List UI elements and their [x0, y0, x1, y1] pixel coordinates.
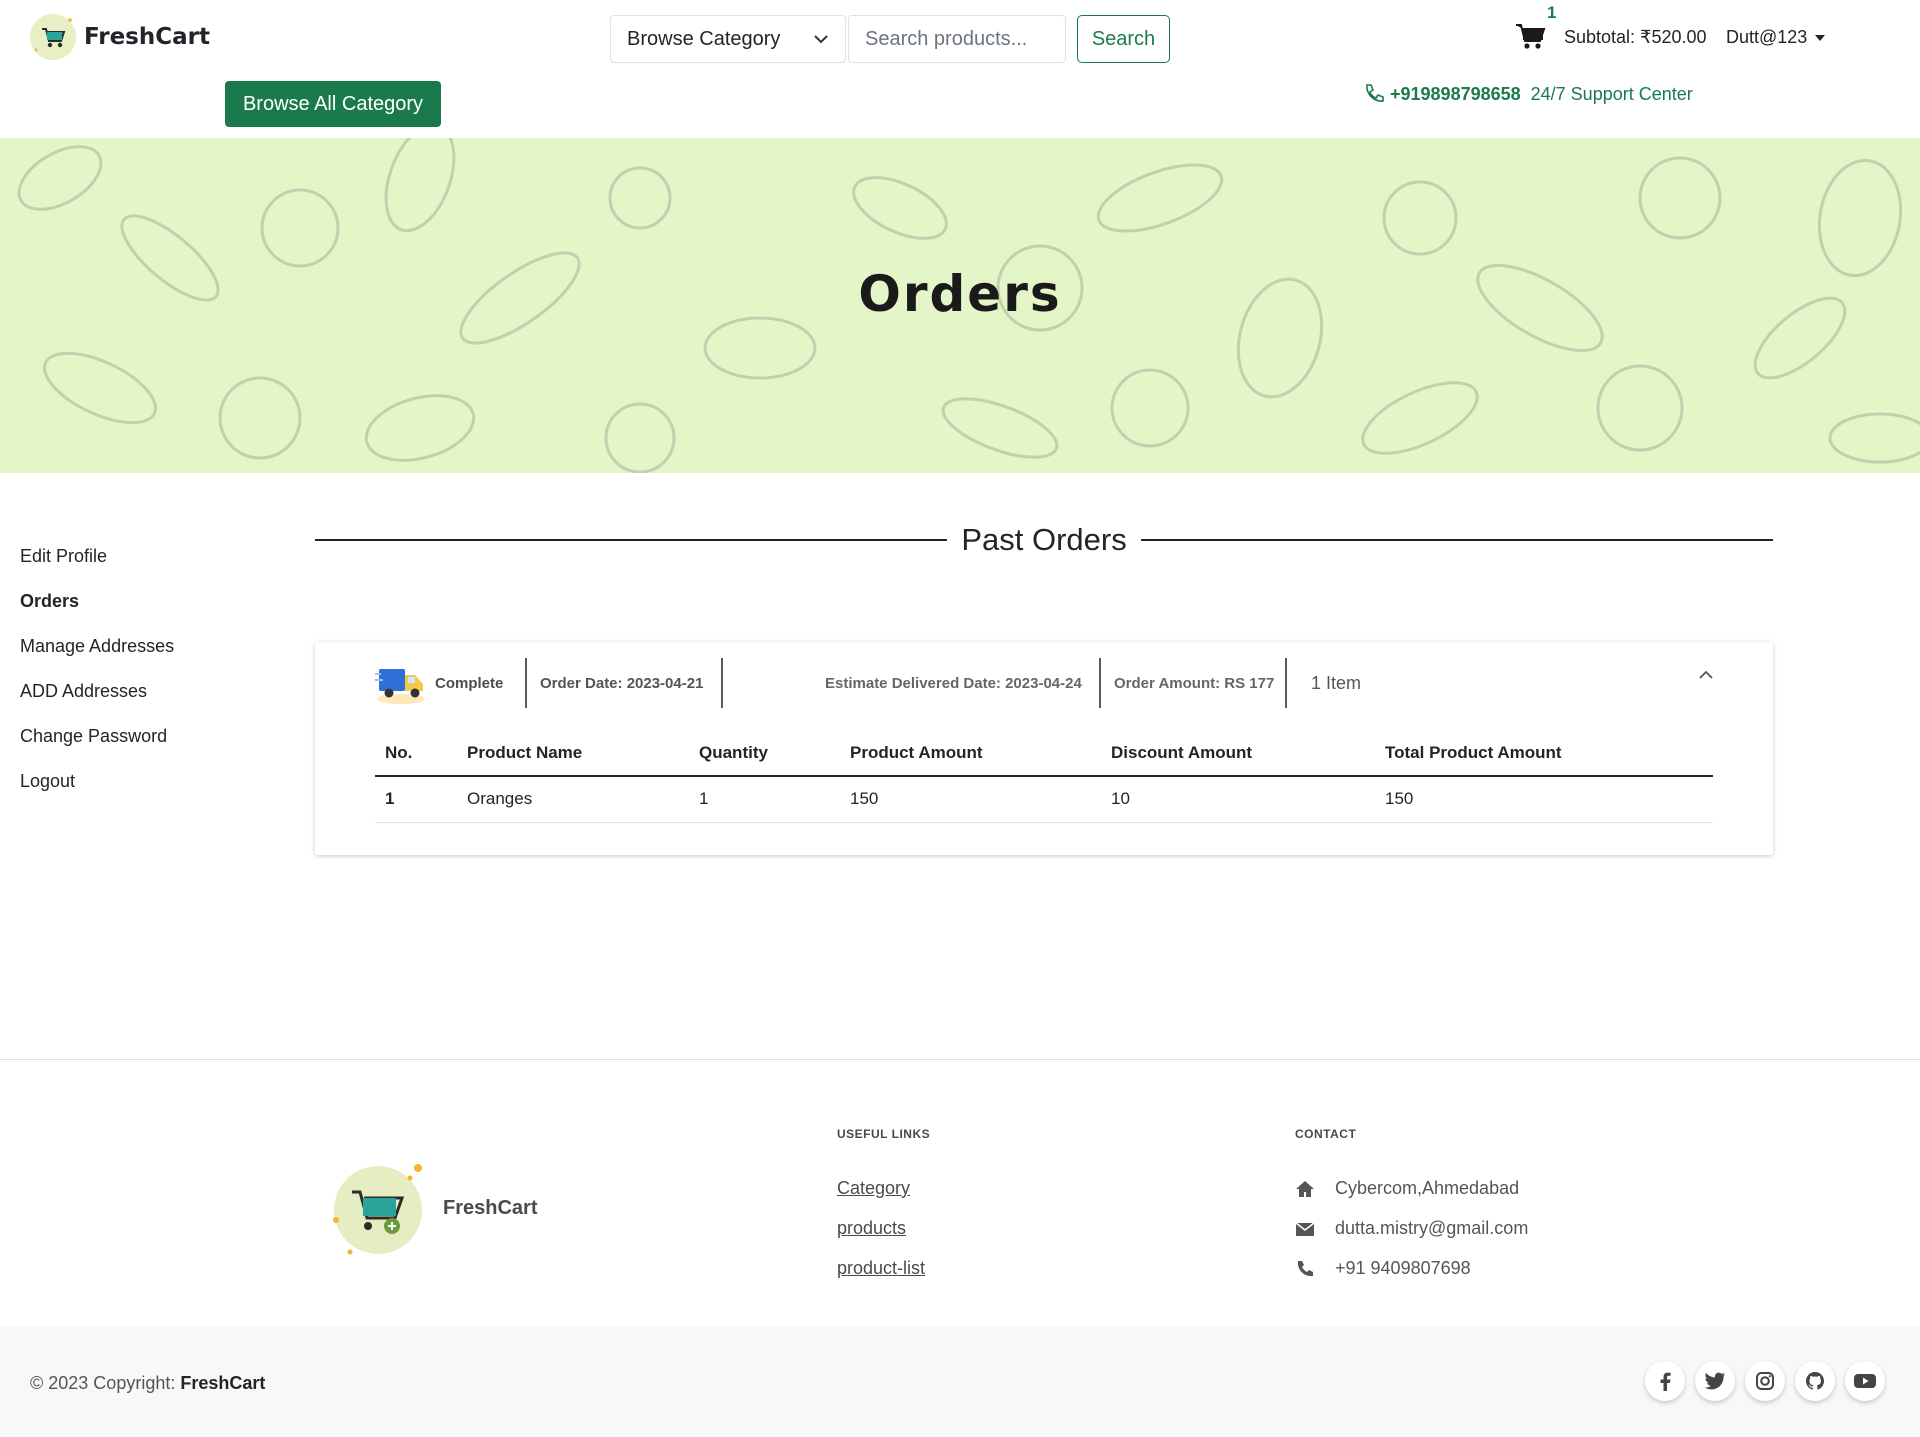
order-items-table: No. Product Name Quantity Product Amount…	[375, 730, 1713, 823]
support-label: 24/7 Support Center	[1530, 83, 1693, 104]
search-button[interactable]: Search	[1077, 15, 1170, 63]
contact-email: dutta.mistry@gmail.com	[1295, 1218, 1528, 1239]
contact-address: Cybercom,Ahmedabad	[1295, 1178, 1519, 1199]
github-icon[interactable]	[1795, 1361, 1835, 1401]
brand-name: FreshCart	[84, 24, 210, 50]
table-row: 1 Oranges 1 150 10 150	[375, 776, 1713, 823]
page-title: Orders	[858, 265, 1062, 323]
order-date: Order Date: 2023-04-21	[540, 675, 704, 692]
support-phone: +919898798658	[1390, 83, 1521, 104]
sidebar-item-logout[interactable]: Logout	[20, 770, 174, 815]
youtube-icon[interactable]	[1845, 1361, 1885, 1401]
phone-solid-icon	[1297, 1260, 1313, 1276]
cart-icon[interactable]	[1514, 20, 1546, 52]
product-name: Oranges	[457, 776, 689, 823]
user-name: Dutt@123	[1726, 27, 1808, 47]
column-header: Quantity	[689, 730, 840, 777]
copyright-brand: FreshCart	[180, 1373, 266, 1393]
contact-email-text: dutta.mistry@gmail.com	[1335, 1218, 1529, 1238]
divider	[525, 658, 527, 708]
order-card: Complete Order Date: 2023-04-21 Estimate…	[315, 642, 1773, 855]
sidebar-item-add-addresses[interactable]: ADD Addresses	[20, 680, 174, 725]
divider	[1099, 658, 1101, 708]
column-header: Total Product Amount	[1375, 730, 1713, 777]
row-number: 1	[375, 776, 457, 823]
account-sidebar: Edit Profile Orders Manage Addresses ADD…	[20, 545, 174, 815]
footer-link-category[interactable]: Category	[837, 1178, 910, 1199]
phone-icon	[1366, 84, 1384, 102]
column-header: Discount Amount	[1101, 730, 1375, 777]
past-orders-title: Past Orders	[961, 522, 1127, 557]
page-banner: Orders	[0, 138, 1920, 473]
heading-divider	[1140, 539, 1774, 541]
category-select-value: Browse Category	[627, 27, 781, 50]
product-amount: 150	[840, 776, 1101, 823]
divider	[1285, 658, 1287, 708]
contact-phone: +91 9409807698	[1295, 1258, 1471, 1279]
column-header: Product Name	[457, 730, 689, 777]
footer-brand[interactable]: FreshCart	[330, 1160, 537, 1256]
instagram-icon[interactable]	[1745, 1361, 1785, 1401]
brand-logo[interactable]: FreshCart	[30, 14, 210, 60]
total-product-amount: 150	[1375, 776, 1713, 823]
envelope-icon	[1295, 1221, 1315, 1236]
order-amount: Order Amount: RS 177	[1114, 675, 1275, 692]
sidebar-item-change-password[interactable]: Change Password	[20, 725, 174, 770]
footer-link-products[interactable]: products	[837, 1218, 906, 1239]
column-header: No.	[375, 730, 457, 777]
cart-count-badge: 1	[1547, 3, 1557, 22]
table-header-row: No. Product Name Quantity Product Amount…	[375, 730, 1713, 777]
caret-down-icon	[1815, 34, 1826, 41]
search-input[interactable]	[848, 15, 1066, 63]
category-select[interactable]: Browse Category	[610, 15, 846, 63]
footer	[0, 1059, 1920, 1327]
heading-divider	[315, 539, 948, 541]
quantity: 1	[689, 776, 840, 823]
cart-logo-icon	[330, 1160, 426, 1256]
contact-title: CONTACT	[1295, 1127, 1357, 1141]
cart-subtotal: Subtotal: ₹520.00	[1564, 27, 1707, 47]
contact-address-text: Cybercom,Ahmedabad	[1335, 1178, 1520, 1198]
twitter-icon[interactable]	[1695, 1361, 1735, 1401]
home-icon	[1296, 1180, 1314, 1197]
support-contact: +919898798658 24/7 Support Center	[1362, 82, 1693, 106]
cart-logo-icon	[30, 14, 76, 60]
truck-icon	[375, 659, 427, 705]
order-item-count: 1 Item	[1311, 673, 1362, 693]
copyright: © 2023 Copyright: FreshCart	[30, 1373, 265, 1394]
sidebar-item-manage-addresses[interactable]: Manage Addresses	[20, 635, 174, 680]
chevron-up-icon[interactable]	[1699, 667, 1713, 681]
order-status: Complete	[435, 675, 504, 692]
facebook-icon[interactable]	[1645, 1361, 1685, 1401]
browse-all-category-button[interactable]: Browse All Category	[225, 81, 441, 127]
footer-bottom-bar	[0, 1327, 1920, 1437]
user-menu[interactable]: Dutt@123	[1726, 27, 1826, 48]
useful-links-title: USEFUL LINKS	[837, 1127, 931, 1141]
column-header: Product Amount	[840, 730, 1101, 777]
footer-brand-name: FreshCart	[443, 1196, 538, 1219]
contact-phone-text: +91 9409807698	[1335, 1258, 1471, 1278]
sidebar-item-edit-profile[interactable]: Edit Profile	[20, 545, 174, 590]
divider	[721, 658, 723, 708]
site-header: FreshCart Browse Category Search 1 Subto…	[0, 0, 1920, 138]
past-orders-heading: Past Orders	[315, 520, 1774, 560]
discount-amount: 10	[1101, 776, 1375, 823]
footer-link-product-list[interactable]: product-list	[837, 1258, 925, 1279]
chevron-down-icon	[814, 35, 828, 44]
sidebar-item-orders[interactable]: Orders	[20, 590, 174, 635]
estimate-delivery-date: Estimate Delivered Date: 2023-04-24	[825, 675, 1082, 692]
copyright-prefix: © 2023 Copyright:	[30, 1373, 176, 1393]
